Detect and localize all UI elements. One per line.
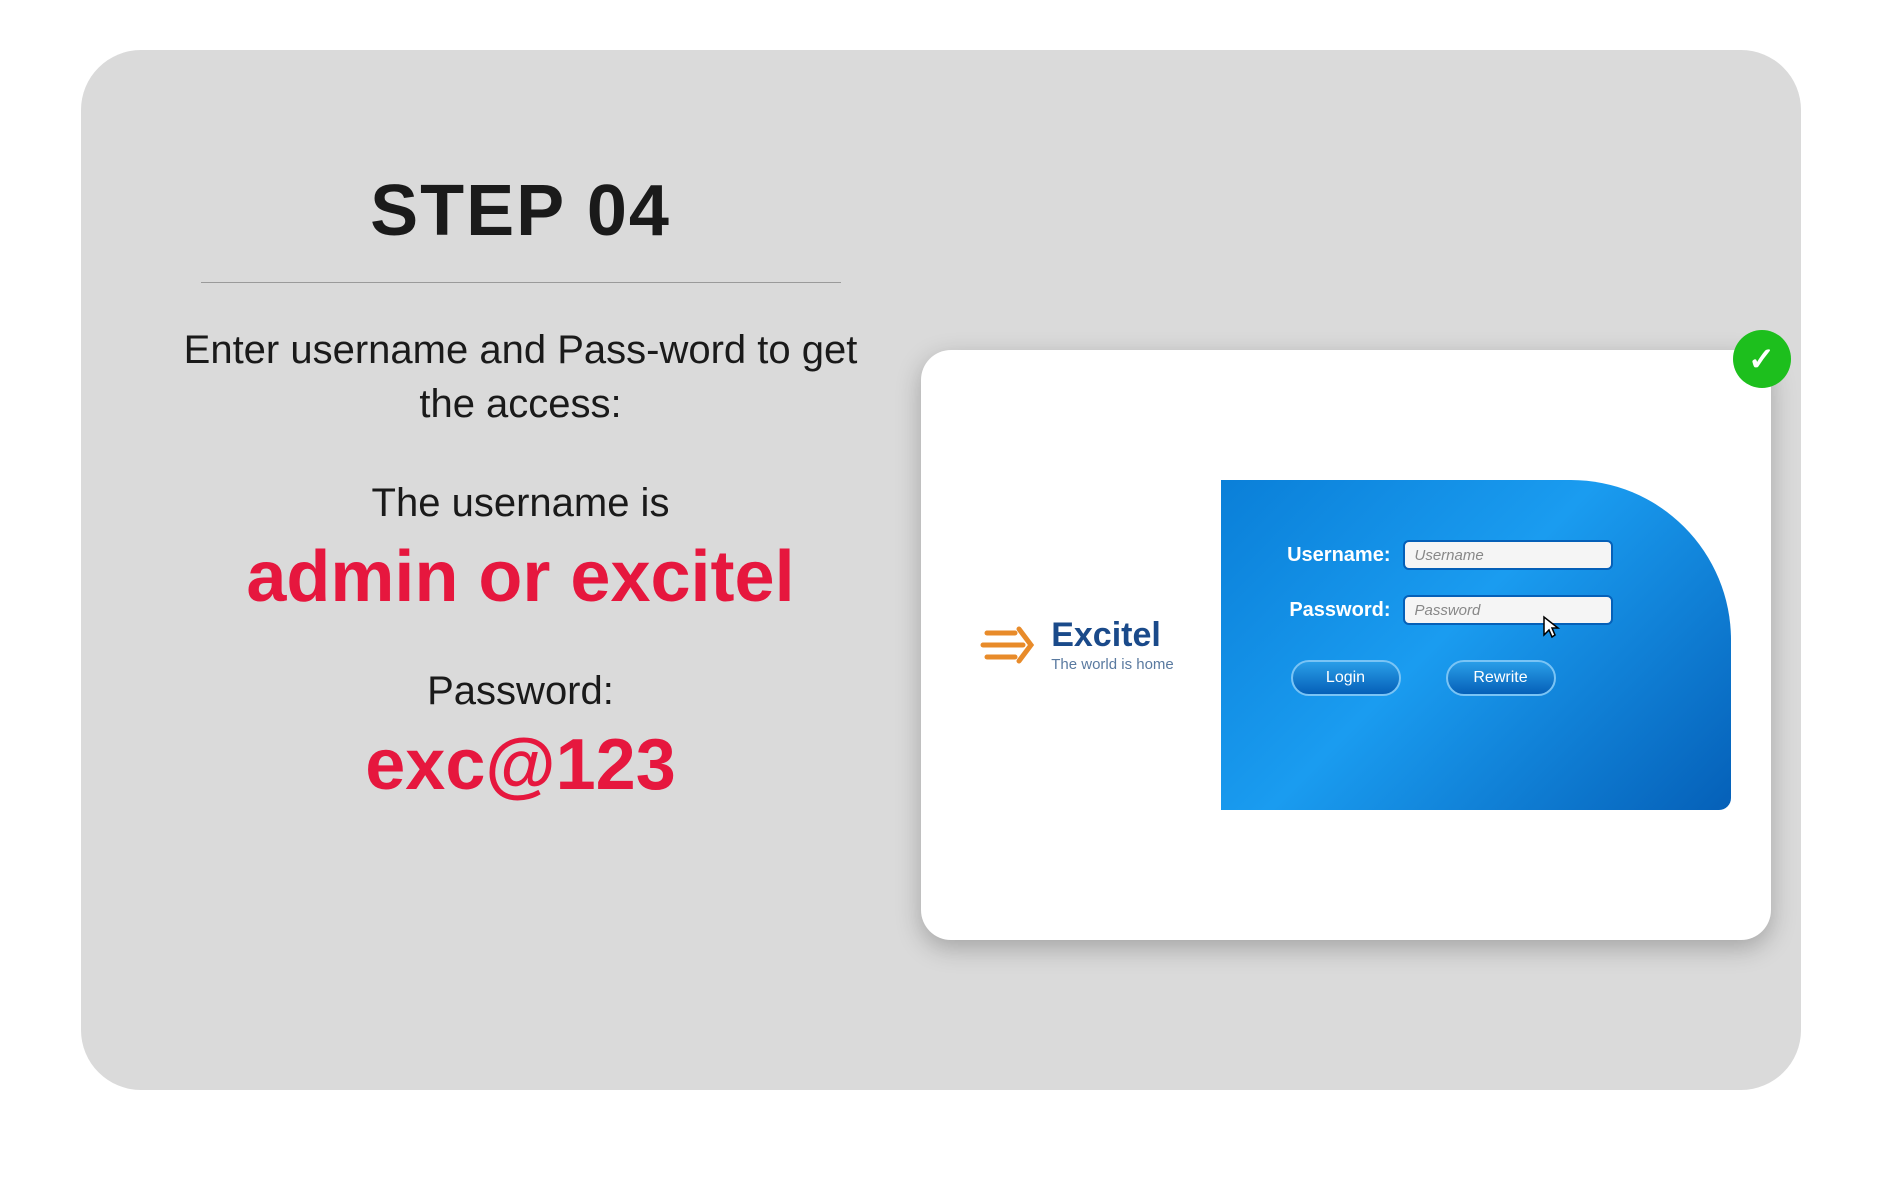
username-row: Username: Username — [1261, 540, 1691, 570]
instruction-column: STEP 04 Enter username and Pass-word to … — [81, 50, 861, 807]
rewrite-button[interactable]: Rewrite — [1446, 660, 1556, 696]
login-button[interactable]: Login — [1291, 660, 1401, 696]
form-password-label: Password: — [1261, 599, 1391, 622]
login-screenshot-panel: ✓ Excitel The world is home — [921, 350, 1771, 940]
password-input[interactable]: Password — [1403, 595, 1613, 625]
username-label: The username is — [181, 481, 861, 526]
login-form: Username: Username Password: Password Lo… — [1221, 480, 1731, 810]
check-mark: ✓ — [1748, 340, 1775, 378]
brand-name: Excitel — [1051, 618, 1161, 652]
step-card: STEP 04 Enter username and Pass-word to … — [81, 50, 1801, 1090]
button-row: Login Rewrite — [1261, 660, 1691, 696]
excitel-logo-icon — [977, 615, 1037, 675]
password-label: Password: — [181, 669, 861, 714]
form-username-label: Username: — [1261, 544, 1391, 567]
username-value: admin or excitel — [181, 536, 861, 619]
brand-text: Excitel The world is home — [1051, 618, 1174, 673]
login-widget: Excitel The world is home Username: User… — [931, 480, 1731, 810]
password-row: Password: Password — [1261, 595, 1691, 625]
password-value: exc@123 — [181, 724, 861, 807]
check-badge-icon: ✓ — [1733, 330, 1791, 388]
divider — [201, 282, 841, 283]
instruction-text: Enter username and Pass-word to get the … — [181, 323, 861, 431]
brand-tagline: The world is home — [1051, 656, 1174, 673]
brand-row: Excitel The world is home — [977, 615, 1174, 675]
brand-side: Excitel The world is home — [931, 480, 1221, 810]
username-input[interactable]: Username — [1403, 540, 1613, 570]
step-title: STEP 04 — [181, 170, 861, 282]
